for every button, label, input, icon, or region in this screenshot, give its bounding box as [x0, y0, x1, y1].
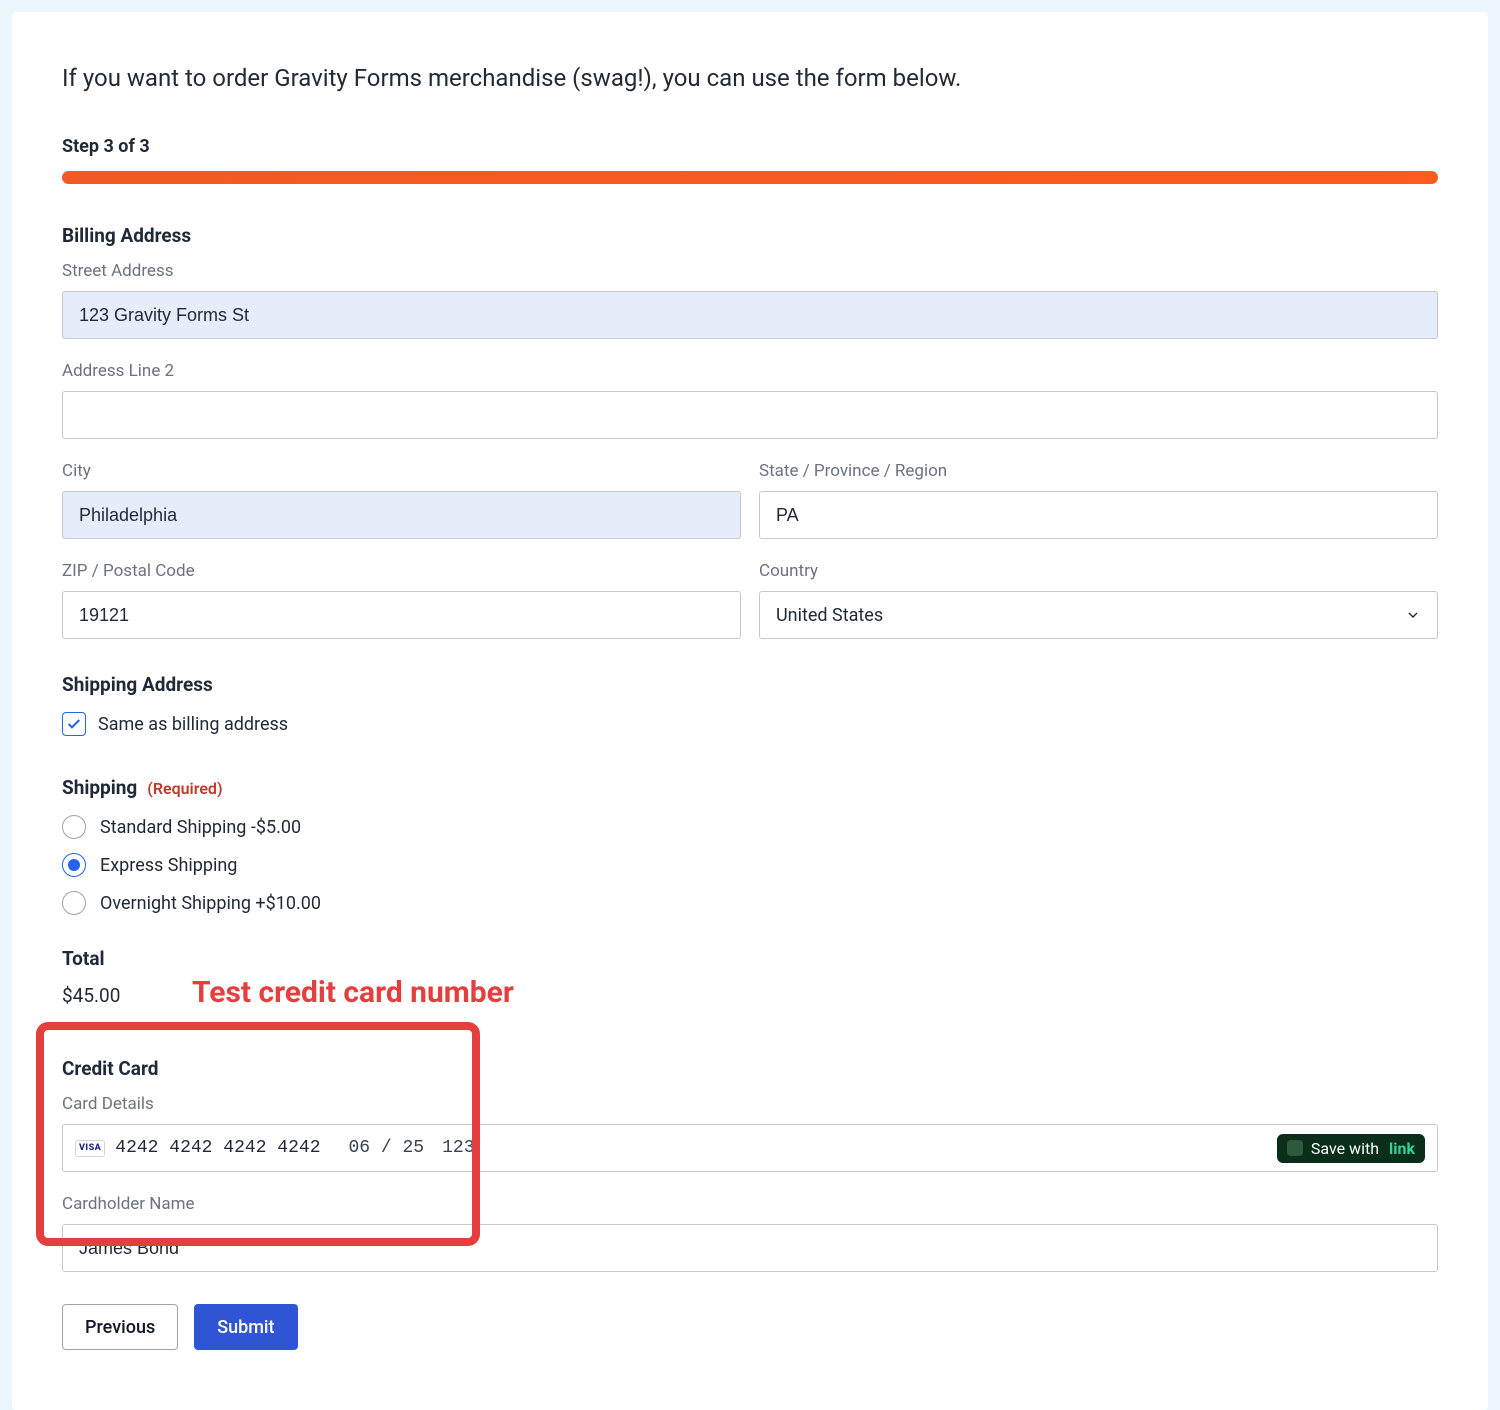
radio-label: Express Shipping: [100, 855, 237, 876]
annotation-label: Test credit card number: [192, 975, 514, 1010]
previous-button[interactable]: Previous: [62, 1304, 178, 1350]
card-cvc: 123: [442, 1138, 474, 1158]
city-label: City: [62, 461, 741, 481]
zip-label: ZIP / Postal Code: [62, 561, 741, 581]
country-select[interactable]: United States: [759, 591, 1438, 639]
required-badge: (Required): [147, 779, 222, 798]
line2-input[interactable]: [62, 391, 1438, 439]
visa-icon: VISA: [75, 1140, 105, 1157]
radio-icon: [62, 853, 86, 877]
same-as-billing-label: Same as billing address: [98, 714, 288, 735]
radio-label: Overnight Shipping +$10.00: [100, 893, 321, 914]
check-icon: [66, 716, 82, 732]
street-label: Street Address: [62, 261, 1438, 281]
card-number: 4242 4242 4242 4242: [115, 1138, 320, 1158]
street-input[interactable]: [62, 291, 1438, 339]
chevron-down-icon: [1405, 607, 1421, 623]
state-label: State / Province / Region: [759, 461, 1438, 481]
shipping-title: Shipping: [62, 776, 137, 799]
country-label: Country: [759, 561, 1438, 581]
credit-card-title: Credit Card: [62, 1057, 1438, 1080]
line2-label: Address Line 2: [62, 361, 1438, 381]
form-card: If you want to order Gravity Forms merch…: [12, 12, 1488, 1410]
state-input[interactable]: [759, 491, 1438, 539]
radio-icon: [62, 815, 86, 839]
radio-icon: [62, 891, 86, 915]
city-input[interactable]: [62, 491, 741, 539]
country-value: United States: [776, 605, 883, 626]
shipping-option-express[interactable]: Express Shipping: [62, 853, 1438, 877]
progress-bar: [62, 171, 1438, 184]
billing-title: Billing Address: [62, 224, 1438, 247]
intro-text: If you want to order Gravity Forms merch…: [62, 64, 1438, 92]
card-details-label: Card Details: [62, 1094, 1438, 1114]
link-brand-text: link: [1389, 1139, 1415, 1158]
link-square-icon: [1287, 1140, 1303, 1156]
shipping-address-title: Shipping Address: [62, 673, 1438, 696]
shipping-option-overnight[interactable]: Overnight Shipping +$10.00: [62, 891, 1438, 915]
total-title: Total: [62, 947, 1438, 970]
cardholder-input[interactable]: [62, 1224, 1438, 1272]
card-expiry: 06 / 25: [349, 1138, 425, 1158]
radio-label: Standard Shipping -$5.00: [100, 817, 301, 838]
same-as-billing-checkbox[interactable]: [62, 712, 86, 736]
shipping-option-standard[interactable]: Standard Shipping -$5.00: [62, 815, 1438, 839]
save-with-link-button[interactable]: Save with link: [1277, 1134, 1425, 1163]
submit-button[interactable]: Submit: [194, 1304, 297, 1350]
card-details-input[interactable]: VISA 4242 4242 4242 4242 06 / 25 123 Sav…: [62, 1124, 1438, 1172]
save-with-text: Save with: [1311, 1139, 1379, 1158]
step-indicator: Step 3 of 3: [62, 136, 1438, 157]
zip-input[interactable]: [62, 591, 741, 639]
cardholder-label: Cardholder Name: [62, 1194, 1438, 1214]
